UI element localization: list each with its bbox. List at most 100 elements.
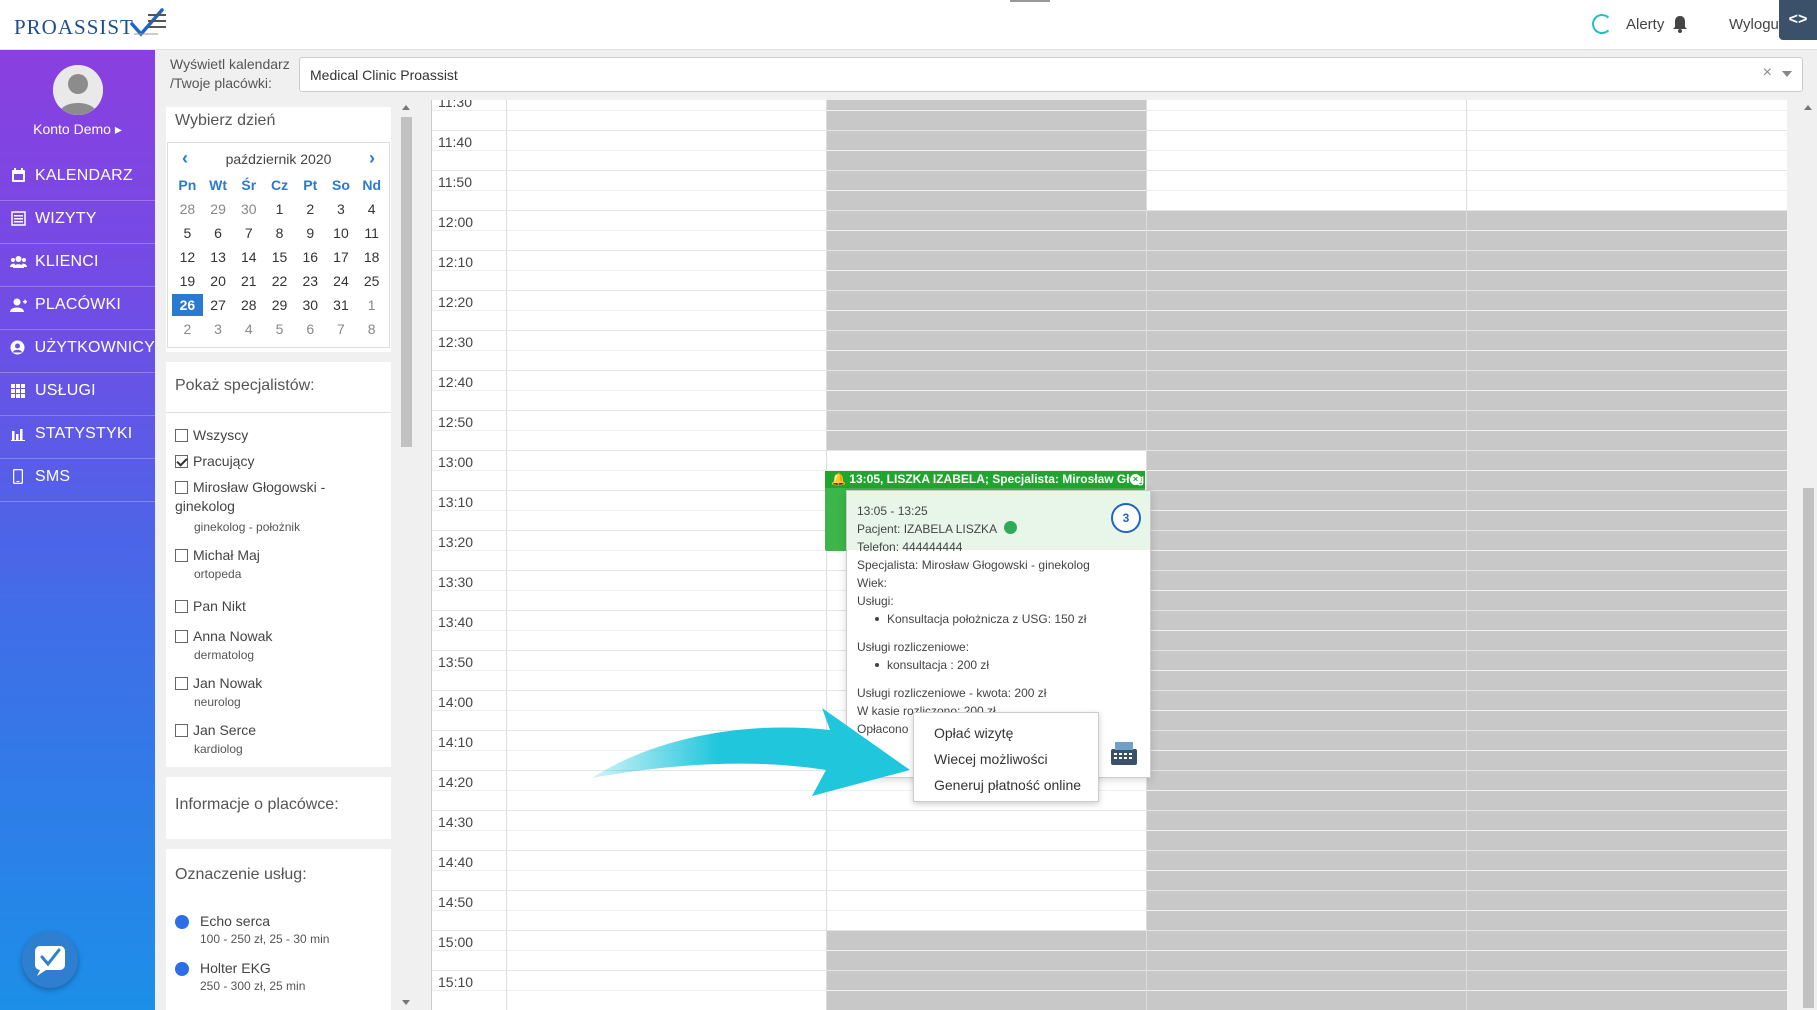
calendar-day[interactable]: 29 bbox=[203, 201, 234, 217]
scroll-up-icon[interactable] bbox=[1804, 105, 1812, 110]
calendar-day[interactable]: 10 bbox=[326, 225, 357, 241]
calendar-day[interactable]: 17 bbox=[326, 249, 357, 265]
specialist-item[interactable]: Jan Nowak neurolog bbox=[175, 674, 262, 712]
specialist-name: Pracujący bbox=[193, 453, 255, 469]
alerts-link[interactable]: Alerty bbox=[1626, 16, 1664, 33]
bell-icon[interactable] bbox=[1672, 14, 1688, 34]
calendar-day[interactable]: 3 bbox=[203, 321, 234, 337]
calendar-day[interactable]: 7 bbox=[326, 321, 357, 337]
nav-item-label: KALENDARZ bbox=[35, 166, 133, 184]
menu-toggle-icon[interactable] bbox=[148, 14, 166, 32]
nav-item-label: USŁUGI bbox=[35, 381, 96, 399]
account-name[interactable]: Konto Demo ▸ bbox=[0, 121, 155, 138]
scroll-down-icon[interactable] bbox=[402, 1000, 410, 1005]
specialist-checkbox[interactable] bbox=[175, 549, 188, 562]
specialist-checkbox[interactable] bbox=[175, 481, 188, 494]
calendar-day[interactable]: 28 bbox=[233, 297, 264, 313]
calendar-day[interactable]: 3 bbox=[326, 201, 357, 217]
calendar-day[interactable]: 7 bbox=[233, 225, 264, 241]
calendar-day[interactable]: 21 bbox=[233, 273, 264, 289]
nav-item-sms[interactable]: SMS bbox=[0, 452, 155, 502]
cash-register-icon[interactable] bbox=[1109, 739, 1139, 767]
specialist-item[interactable]: Mirosław Głogowski - ginekolog ginekolog… bbox=[175, 478, 350, 537]
calendar-day[interactable]: 30 bbox=[233, 201, 264, 217]
calendar-day[interactable]: 31 bbox=[326, 297, 357, 313]
facility-clear-icon[interactable]: × bbox=[1763, 64, 1772, 82]
close-icon[interactable]: × bbox=[1130, 474, 1141, 485]
unavailable-slot bbox=[826, 100, 1146, 450]
specialist-checkbox[interactable] bbox=[175, 455, 188, 468]
calendar-day[interactable]: 24 bbox=[326, 273, 357, 289]
specialist-checkbox[interactable] bbox=[175, 429, 188, 442]
calendar-day-today[interactable]: 26 bbox=[172, 294, 203, 316]
specialist-role: neurolog bbox=[194, 695, 241, 709]
logo[interactable]: PROASSIST bbox=[14, 8, 164, 40]
specialist-checkbox[interactable] bbox=[175, 600, 188, 613]
code-toggle-icon[interactable]: <> bbox=[1779, 0, 1817, 40]
calendar-day[interactable]: 6 bbox=[203, 225, 234, 241]
specialist-item[interactable]: Pracujący bbox=[175, 452, 254, 471]
calendar-day[interactable]: 19 bbox=[172, 273, 203, 289]
calendar-day[interactable]: 22 bbox=[264, 273, 295, 289]
scrollbar-thumb[interactable] bbox=[401, 117, 412, 447]
chevron-right-icon[interactable]: › bbox=[369, 148, 375, 169]
weekday-label: Pt bbox=[303, 177, 318, 193]
menu-item-more-options[interactable]: Wiecej możliwości bbox=[914, 746, 1098, 772]
calendar-day[interactable]: 12 bbox=[172, 249, 203, 265]
calendar-day[interactable]: 4 bbox=[233, 321, 264, 337]
calendar-day[interactable]: 27 bbox=[203, 297, 234, 313]
specialists-panel: Pokaż specjalistów: Wszyscy Pracujący Mi… bbox=[166, 362, 391, 767]
calendar-day[interactable]: 16 bbox=[295, 249, 326, 265]
half-row-line bbox=[432, 870, 1787, 871]
specialist-item[interactable]: Pan Nikt bbox=[175, 597, 246, 616]
calendar-day[interactable]: 1 bbox=[264, 201, 295, 217]
calendar-day[interactable]: 2 bbox=[295, 201, 326, 217]
specialist-checkbox[interactable] bbox=[175, 630, 188, 643]
calendar-day[interactable]: 5 bbox=[264, 321, 295, 337]
specialist-item[interactable]: Michał Maj ortopeda bbox=[175, 546, 260, 584]
time-label: 14:00 bbox=[438, 694, 474, 710]
appointment-header[interactable]: 🔔 13:05, LISZKA IZABELA; Specjalista: Mi… bbox=[825, 471, 1145, 488]
patient-profile-icon[interactable] bbox=[1004, 521, 1017, 534]
specialist-checkbox[interactable] bbox=[175, 724, 188, 737]
calendar-day[interactable]: 23 bbox=[295, 273, 326, 289]
calendar-day[interactable]: 11 bbox=[356, 225, 387, 241]
calendar-day[interactable]: 29 bbox=[264, 297, 295, 313]
calendar-day[interactable]: 20 bbox=[203, 273, 234, 289]
schedule-scrollbar[interactable] bbox=[1800, 100, 1817, 1010]
facility-select[interactable]: Medical Clinic Proassist × bbox=[299, 57, 1803, 92]
half-row-line bbox=[432, 950, 1787, 951]
chevron-down-icon[interactable] bbox=[1782, 71, 1792, 77]
appointment-title: 13:05, LISZKA IZABELA; Specjalista: Miro… bbox=[849, 472, 1145, 486]
calendar-day[interactable]: 2 bbox=[172, 321, 203, 337]
calendar-day[interactable]: 8 bbox=[264, 225, 295, 241]
facility-selected-value: Medical Clinic Proassist bbox=[310, 66, 458, 83]
specialist-item[interactable]: Jan Serce kardiolog bbox=[175, 721, 256, 759]
calendar-day[interactable]: 28 bbox=[172, 201, 203, 217]
specialist-item[interactable]: Wszyscy bbox=[175, 426, 248, 445]
left-panel-scrollbar[interactable] bbox=[399, 100, 414, 1010]
avatar[interactable] bbox=[53, 65, 103, 115]
calendar-day[interactable]: 13 bbox=[203, 249, 234, 265]
calendar-day[interactable]: 25 bbox=[356, 273, 387, 289]
scrollbar-thumb[interactable] bbox=[1803, 488, 1814, 1008]
calendar-day[interactable]: 5 bbox=[172, 225, 203, 241]
specialist-item[interactable]: Anna Nowak dermatolog bbox=[175, 627, 272, 665]
calendar-day[interactable]: 1 bbox=[356, 297, 387, 313]
menu-item-generate-online-payment[interactable]: Generuj płatność online bbox=[914, 772, 1098, 798]
calendar-day[interactable]: 18 bbox=[356, 249, 387, 265]
chat-bubble-icon[interactable] bbox=[22, 932, 78, 988]
calendar-day[interactable]: 30 bbox=[295, 297, 326, 313]
scroll-up-icon[interactable] bbox=[402, 105, 410, 110]
calendar-day[interactable]: 6 bbox=[295, 321, 326, 337]
specialist-checkbox[interactable] bbox=[175, 677, 188, 690]
calendar-day[interactable]: 9 bbox=[295, 225, 326, 241]
logout-link[interactable]: Wylogu bbox=[1729, 16, 1779, 33]
calendar-day[interactable]: 4 bbox=[356, 201, 387, 217]
calendar-day[interactable]: 8 bbox=[356, 321, 387, 337]
time-label: 11:40 bbox=[438, 134, 472, 150]
calendar-day[interactable]: 15 bbox=[264, 249, 295, 265]
calendar-day[interactable]: 14 bbox=[233, 249, 264, 265]
weekday-label: Pn bbox=[178, 177, 197, 193]
menu-item-pay-visit[interactable]: Opłać wizytę bbox=[914, 720, 1098, 746]
